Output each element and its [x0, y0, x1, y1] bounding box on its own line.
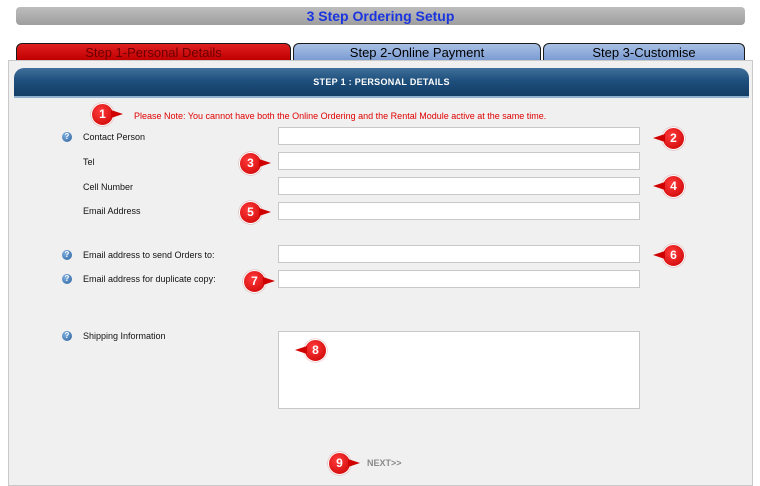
orders-email-input[interactable] [279, 248, 639, 264]
cell-number-label: Cell Number [83, 182, 134, 192]
help-icon[interactable]: ? [62, 331, 72, 341]
orders-email-field[interactable] [278, 245, 640, 264]
callout-marker: 8 [291, 339, 327, 362]
shipping-info-textarea[interactable] [279, 332, 639, 408]
tab-step-1[interactable]: Step 1-Personal Details [16, 43, 291, 60]
tab-step-2-label: Step 2-Online Payment [349, 45, 485, 60]
callout-number: 8 [304, 339, 327, 362]
callout-marker: 2 [649, 127, 685, 150]
callout-number: 4 [662, 175, 685, 198]
email-address-field[interactable] [278, 202, 640, 221]
warning-note: Please Note: You cannot have both the On… [134, 111, 547, 121]
tab-step-1-label: Step 1-Personal Details [85, 45, 222, 60]
callout-marker: 9 [328, 452, 364, 475]
duplicate-email-field[interactable] [278, 270, 640, 289]
tel-input[interactable] [279, 155, 639, 171]
help-icon[interactable]: ? [62, 274, 72, 284]
orders-email-label: Email address to send Orders to: [83, 250, 215, 260]
help-icon[interactable]: ? [62, 132, 72, 142]
callout-marker: 4 [649, 175, 685, 198]
contact-person-field[interactable] [278, 127, 640, 146]
callout-number: 6 [662, 244, 685, 267]
cell-number-field[interactable] [278, 177, 640, 196]
callout-marker: 5 [239, 201, 275, 224]
help-icon[interactable]: ? [62, 250, 72, 260]
next-button[interactable]: NEXT>> [367, 458, 402, 468]
callout-marker: 6 [649, 244, 685, 267]
shipping-info-label: Shipping Information [83, 331, 166, 341]
tab-step-3[interactable]: Step 3-Customise [543, 43, 745, 60]
page-title: 3 Step Ordering Setup [306, 8, 455, 24]
contact-person-label: Contact Person [83, 132, 146, 142]
shipping-info-field[interactable] [278, 331, 640, 409]
callout-number: 2 [662, 127, 685, 150]
email-address-input[interactable] [279, 205, 639, 221]
cell-number-input[interactable] [279, 180, 639, 196]
title-bar: 3 Step Ordering Setup [16, 7, 745, 25]
duplicate-email-input[interactable] [279, 273, 639, 289]
tab-step-2[interactable]: Step 2-Online Payment [293, 43, 541, 60]
tel-label: Tel [83, 157, 95, 167]
tel-field[interactable] [278, 152, 640, 171]
callout-marker: 7 [243, 270, 279, 293]
email-address-label: Email Address [83, 206, 141, 216]
tab-step-3-label: Step 3-Customise [592, 45, 696, 60]
duplicate-email-label: Email address for duplicate copy: [83, 274, 216, 284]
contact-person-input[interactable] [279, 130, 639, 146]
panel-header: STEP 1 : PERSONAL DETAILS [14, 68, 749, 98]
callout-marker: 1 [91, 103, 127, 126]
callout-marker: 3 [239, 152, 275, 175]
